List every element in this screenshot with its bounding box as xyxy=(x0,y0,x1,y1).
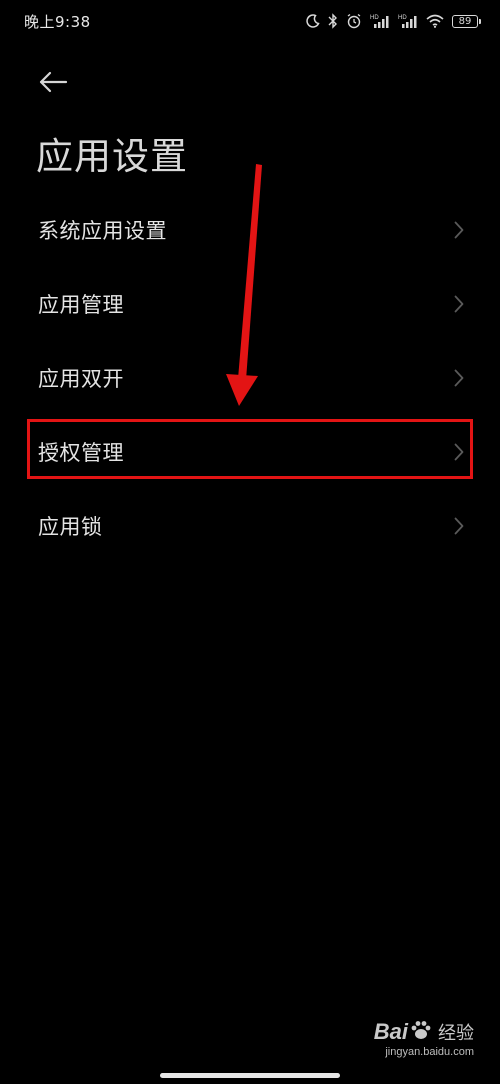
chevron-right-icon xyxy=(454,517,464,535)
watermark-url: jingyan.baidu.com xyxy=(385,1046,474,1058)
alarm-icon xyxy=(346,13,362,29)
list-item-app-lock[interactable]: 应用锁 xyxy=(0,489,500,563)
list-item-permissions[interactable]: 授权管理 xyxy=(0,415,500,489)
status-icons: HD HD 89 xyxy=(306,10,481,32)
status-bar: 晚上9:38 HD HD 89 xyxy=(0,0,500,44)
list-item-app-management[interactable]: 应用管理 xyxy=(0,267,500,341)
chevron-right-icon xyxy=(454,295,464,313)
list-item-label: 系统应用设置 xyxy=(38,219,167,243)
status-time: 晚上9:38 xyxy=(24,13,91,31)
signal-hd-icon: HD xyxy=(370,13,390,29)
list-item-label: 应用管理 xyxy=(38,293,124,317)
wifi-icon xyxy=(426,14,444,28)
paw-icon xyxy=(410,1019,432,1045)
signal-hd-icon-2: HD xyxy=(398,13,418,29)
chevron-right-icon xyxy=(454,369,464,387)
chevron-right-icon xyxy=(454,221,464,239)
battery-icon: 89 xyxy=(452,14,481,28)
list-item-system-app-settings[interactable]: 系统应用设置 xyxy=(0,193,500,267)
moon-icon xyxy=(306,14,320,28)
settings-list: 系统应用设置 应用管理 应用双开 授权管理 应用锁 xyxy=(0,193,500,563)
page-title: 应用设置 xyxy=(36,135,188,178)
list-item-dual-apps[interactable]: 应用双开 xyxy=(0,341,500,415)
chevron-right-icon xyxy=(454,443,464,461)
list-item-label: 应用锁 xyxy=(38,515,103,539)
list-item-label: 应用双开 xyxy=(38,367,124,391)
svg-text:HD: HD xyxy=(398,15,407,21)
battery-level: 89 xyxy=(458,15,472,27)
back-button[interactable] xyxy=(30,62,74,102)
watermark-product: 经验 xyxy=(438,1023,474,1044)
svg-text:HD: HD xyxy=(370,15,379,21)
home-indicator[interactable] xyxy=(160,1073,340,1078)
baidu-jingyan-watermark: Bai 经验 jingyan.baidu.com xyxy=(374,1019,474,1058)
watermark-brand-bai: Bai xyxy=(373,1019,408,1044)
list-item-label: 授权管理 xyxy=(38,441,124,465)
bluetooth-icon xyxy=(328,13,338,29)
